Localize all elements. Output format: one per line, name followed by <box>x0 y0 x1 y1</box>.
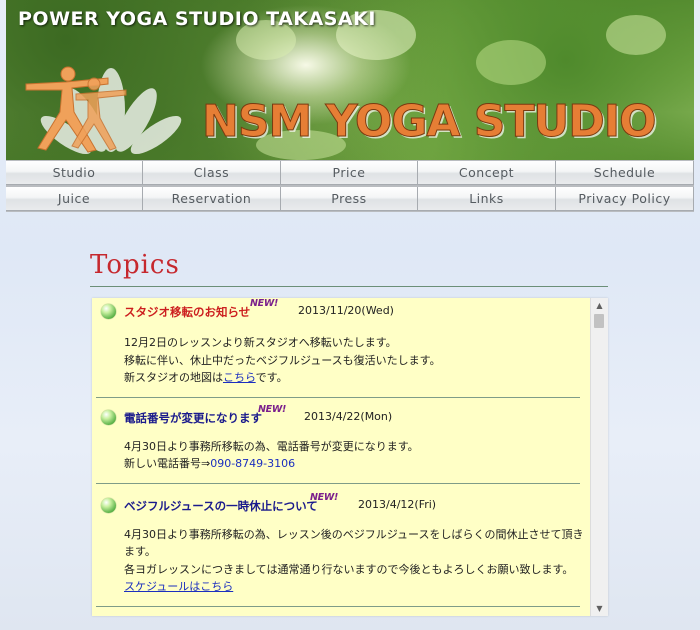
topics-panel[interactable]: スタジオ移転のお知らせ NEW! 2013/11/20(Wed) 12月2日のレ… <box>92 298 608 616</box>
topics-divider <box>90 286 608 287</box>
green-bullet-icon <box>101 497 116 513</box>
green-bullet-icon <box>101 304 116 319</box>
scroll-up-arrow-icon[interactable]: ▲ <box>591 298 608 313</box>
topic-item: ベジフルジュースの一時休止について NEW! 2013/4/12(Fri) 4月… <box>92 492 590 607</box>
scroll-thumb[interactable] <box>594 314 604 328</box>
nav-juice[interactable]: Juice <box>6 187 143 211</box>
topic-divider <box>96 396 580 398</box>
topic-item: 電話番号が変更になります NEW! 2013/4/22(Mon) 4月30日より… <box>92 404 590 484</box>
new-badge-icon: NEW! <box>250 298 279 309</box>
topic-body: 4月30日より事務所移転の為、レッスン後のベジフルジュースをしばらくの間休止させ… <box>124 527 584 594</box>
new-badge-icon: NEW! <box>310 491 339 503</box>
main-navigation: Studio Class Price Concept Schedule Juic… <box>6 160 694 212</box>
nav-studio[interactable]: Studio <box>6 161 143 185</box>
topic-divider <box>96 605 580 607</box>
topic-title: 電話番号が変更になります <box>124 410 262 425</box>
topic-date: 2013/4/22(Mon) <box>304 409 393 423</box>
topics-list: スタジオ移転のお知らせ NEW! 2013/11/20(Wed) 12月2日のレ… <box>92 298 590 607</box>
scroll-down-arrow-icon[interactable]: ▼ <box>591 601 608 616</box>
studio-logo-text: NSM YOGA STUDIO <box>202 96 658 148</box>
nav-schedule[interactable]: Schedule <box>556 161 694 185</box>
nav-press[interactable]: Press <box>281 187 418 211</box>
yoga-figure-logo-icon <box>25 66 182 155</box>
topic-body: 12月2日のレッスンより新スタジオへ移転いたします。 移転に伴い、休止中だったベ… <box>124 336 441 384</box>
schedule-link[interactable]: スケジュールはこちら <box>124 580 233 593</box>
phone-number: 090-8749-3106 <box>210 457 296 470</box>
topic-title: スタジオ移転のお知らせ <box>124 305 251 319</box>
topic-date: 2013/4/12(Fri) <box>358 497 437 511</box>
new-badge-icon: NEW! <box>258 403 287 415</box>
topic-date: 2013/11/20(Wed) <box>298 304 394 317</box>
site-name: POWER YOGA STUDIO TAKASAKI <box>18 8 376 30</box>
map-link[interactable]: こちら <box>223 371 256 384</box>
topics-heading: Topics <box>90 250 180 280</box>
topic-item: スタジオ移転のお知らせ NEW! 2013/11/20(Wed) 12月2日のレ… <box>92 298 590 398</box>
topic-title: ベジフルジュースの一時休止について <box>124 498 318 513</box>
nav-price[interactable]: Price <box>281 161 418 185</box>
nav-reservation[interactable]: Reservation <box>143 187 281 211</box>
header-banner: POWER YOGA STUDIO TAKASAKI NSM YOGA STUD… <box>6 0 694 160</box>
topics-scrollbar[interactable]: ▲ ▼ <box>590 298 608 616</box>
nav-links[interactable]: Links <box>418 187 556 211</box>
topic-body: 4月30日より事務所移転の為、電話番号が変更になります。 新しい電話番号⇒090… <box>124 439 419 471</box>
nav-class[interactable]: Class <box>143 161 281 185</box>
nav-privacy-policy[interactable]: Privacy Policy <box>556 187 694 211</box>
green-bullet-icon <box>101 409 116 425</box>
nav-concept[interactable]: Concept <box>418 161 556 185</box>
topic-divider <box>96 482 580 484</box>
